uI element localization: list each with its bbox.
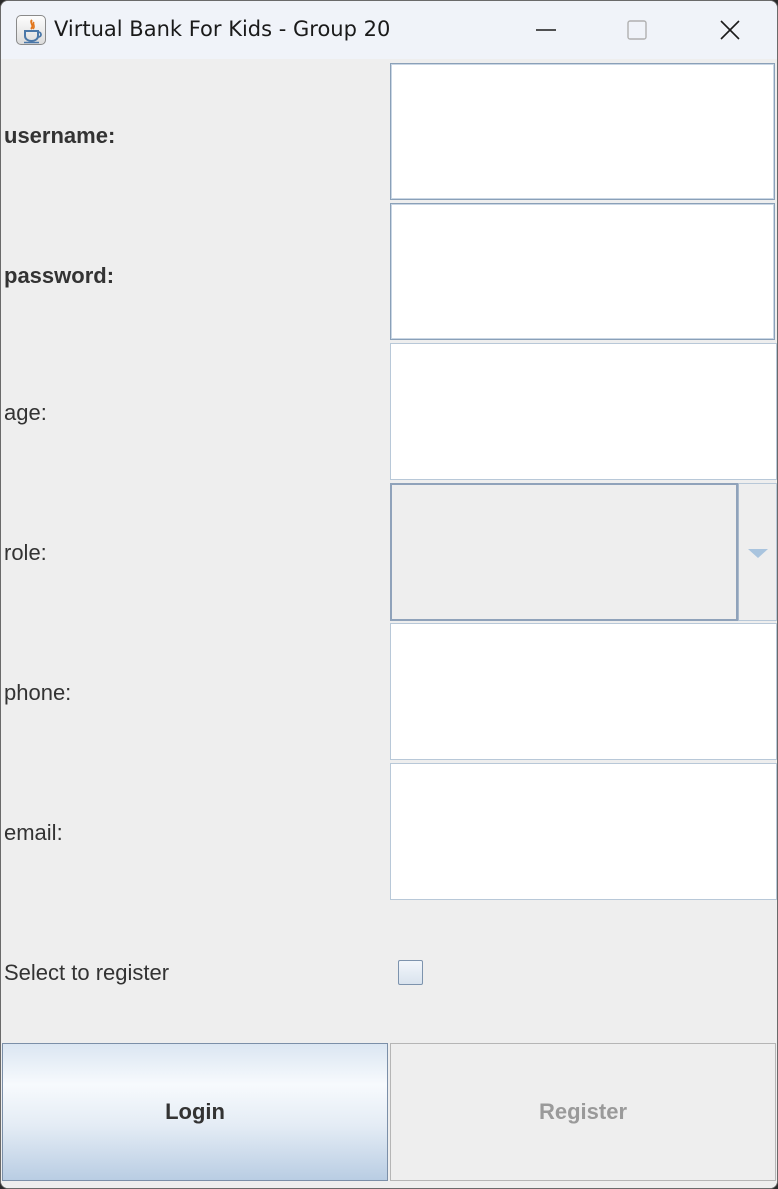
minimize-icon (536, 29, 556, 31)
minimize-button[interactable] (500, 1, 592, 59)
register-toggle-label: Select to register (4, 960, 170, 985)
email-field[interactable] (390, 763, 777, 900)
email-label: email: (4, 820, 63, 845)
title-bar[interactable]: Virtual Bank For Kids - Group 20 (1, 1, 777, 59)
chevron-down-icon (748, 549, 768, 558)
window-bottom-edge (1, 1181, 777, 1188)
role-label: role: (4, 540, 47, 565)
java-app-icon (16, 15, 46, 45)
register-checkbox[interactable] (398, 960, 423, 985)
username-label: username: (4, 123, 116, 148)
window-title: Virtual Bank For Kids - Group 20 (54, 17, 391, 41)
username-field[interactable] (390, 63, 775, 200)
role-selected-value[interactable] (390, 483, 738, 621)
password-label: password: (4, 263, 115, 288)
age-label: age: (4, 400, 47, 425)
login-button[interactable]: Login (2, 1043, 388, 1181)
password-field[interactable] (390, 203, 775, 340)
app-window: Virtual Bank For Kids - Group 20 usernam… (0, 0, 778, 1189)
maximize-button[interactable] (591, 1, 683, 59)
role-dropdown-button[interactable] (738, 483, 777, 621)
phone-field[interactable] (390, 623, 777, 760)
close-button[interactable] (684, 1, 776, 59)
close-icon (720, 20, 740, 40)
register-button[interactable]: Register (390, 1043, 776, 1181)
form-panel: username: password: age: role: phone: em… (1, 59, 777, 1188)
phone-label: phone: (4, 680, 72, 705)
maximize-icon (627, 20, 647, 40)
age-field[interactable] (390, 343, 777, 480)
role-dropdown[interactable] (390, 483, 777, 621)
